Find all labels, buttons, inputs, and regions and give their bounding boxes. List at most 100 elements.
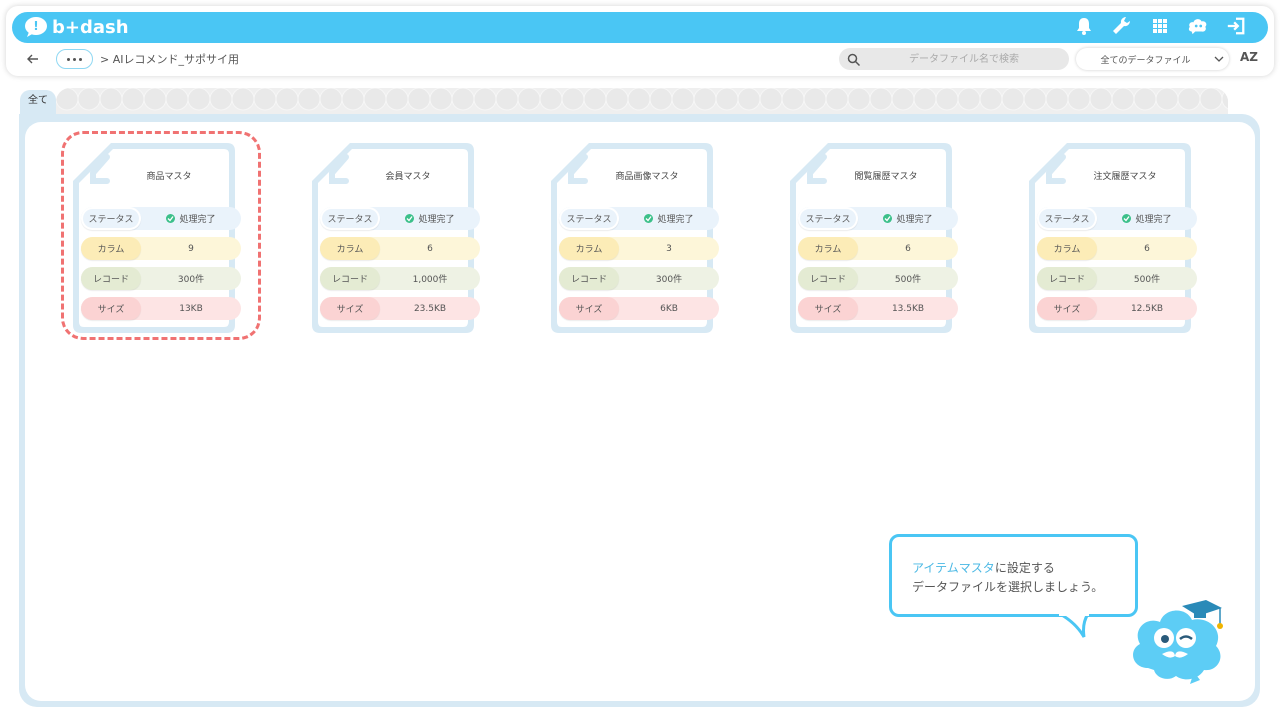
- back-arrow-icon[interactable]: [26, 50, 40, 68]
- record-row: レコード 1,000件: [320, 267, 480, 290]
- status-text: 処理完了: [418, 215, 455, 225]
- toolbar: > AIレコメンド_サポサイ用 全てのデータファイル AZ: [0, 48, 1280, 72]
- logo-bubble-icon: !: [24, 16, 48, 38]
- size-value: 13.5KB: [891, 303, 925, 314]
- size-label: サイズ: [798, 297, 858, 320]
- guide-text-line1: に設定する: [994, 561, 1055, 575]
- column-row: カラム 6: [320, 237, 480, 260]
- record-value: 300件: [655, 275, 683, 285]
- record-label: レコード: [559, 267, 619, 290]
- status-value: 処理完了: [380, 212, 480, 225]
- status-label: ステータス: [798, 207, 858, 230]
- record-row: レコード 500件: [798, 267, 958, 290]
- status-row: ステータス 処理完了: [1037, 207, 1197, 230]
- status-label: ステータス: [559, 207, 619, 230]
- chevron-down-icon: [1209, 48, 1229, 70]
- data-file-card[interactable]: 会員マスタ ステータス 処理完了 カラム 6 レコード 1,000件 サイズ 2…: [308, 139, 480, 335]
- column-row: カラム 3: [559, 237, 719, 260]
- record-row: レコード 500件: [1037, 267, 1197, 290]
- size-label: サイズ: [559, 297, 619, 320]
- card-title: 会員マスタ: [385, 172, 431, 182]
- guide-bubble: アイテムマスタに設定する データファイルを選択しましょう。: [889, 534, 1138, 617]
- file-filter-select[interactable]: 全てのデータファイル: [1076, 48, 1229, 70]
- status-value: 処理完了: [1097, 212, 1197, 225]
- check-circle-icon: [405, 214, 415, 223]
- card-title: 注文履歴マスタ: [1093, 172, 1157, 182]
- record-label: レコード: [320, 267, 380, 290]
- size-row: サイズ 13.5KB: [798, 297, 958, 320]
- size-value: 6KB: [660, 303, 678, 314]
- logout-icon[interactable]: [1226, 16, 1246, 36]
- card-title: 閲覧履歴マスタ: [854, 172, 918, 182]
- bell-icon[interactable]: [1074, 16, 1094, 36]
- record-value: 500件: [894, 275, 922, 285]
- check-circle-icon: [1122, 214, 1132, 223]
- column-label: カラム: [320, 237, 380, 260]
- card-details: ステータス 処理完了 カラム 6 レコード 1,000件 サイズ 23.5KB: [320, 207, 480, 327]
- column-value: 6: [1144, 243, 1150, 254]
- size-row: サイズ 6KB: [559, 297, 719, 320]
- ellipsis-icon: [67, 57, 70, 61]
- record-label: レコード: [798, 267, 858, 290]
- status-label: ステータス: [320, 207, 380, 230]
- selected-card-outline: [61, 131, 261, 340]
- tab-strip: [56, 88, 1228, 114]
- status-label: ステータス: [1037, 207, 1097, 230]
- size-value: 23.5KB: [413, 303, 447, 314]
- more-breadcrumb-button[interactable]: [56, 49, 93, 69]
- tab-all[interactable]: 全て: [20, 90, 56, 116]
- status-row: ステータス 処理完了: [559, 207, 719, 230]
- card-details: ステータス 処理完了 カラム 3 レコード 300件 サイズ 6KB: [559, 207, 719, 327]
- status-value: 処理完了: [619, 212, 719, 225]
- record-value: 500件: [1133, 275, 1161, 285]
- size-label: サイズ: [1037, 297, 1097, 320]
- check-circle-icon: [644, 214, 654, 223]
- column-value: 6: [427, 243, 433, 254]
- guide-text-line2: データファイルを選択しましょう。: [912, 580, 1104, 594]
- size-label: サイズ: [320, 297, 380, 320]
- column-value: 6: [905, 243, 911, 254]
- check-circle-icon: [883, 214, 893, 223]
- file-filter-value: 全てのデータファイル: [1100, 55, 1191, 66]
- size-value: 12.5KB: [1130, 303, 1164, 314]
- status-text: 処理完了: [1135, 215, 1172, 225]
- search-box: [839, 48, 1069, 70]
- size-row: サイズ 12.5KB: [1037, 297, 1197, 320]
- card-details: ステータス 処理完了 カラム 6 レコード 500件: [798, 207, 958, 327]
- card-details: ステータス 処理完了 カラム 6 レコード 500件: [1037, 207, 1197, 327]
- guide-text: アイテムマスタに設定する データファイルを選択しましょう。: [912, 559, 1103, 597]
- data-file-card[interactable]: 商品画像マスタ ステータス 処理完了 カラム 3 レコード 300件 サイズ 6…: [547, 139, 719, 335]
- wrench-icon[interactable]: [1112, 16, 1132, 36]
- status-row: ステータス 処理完了: [320, 207, 480, 230]
- column-row: カラム 6: [798, 237, 958, 260]
- status-row: ステータス 処理完了: [798, 207, 958, 230]
- svg-text:!: !: [33, 19, 38, 33]
- column-label: カラム: [798, 237, 858, 260]
- header-icons: [1074, 16, 1246, 36]
- bubble-tail: [1059, 613, 1090, 638]
- sort-az-button[interactable]: AZ: [1240, 50, 1258, 64]
- status-text: 処理完了: [657, 215, 694, 225]
- cloud-mascot-icon[interactable]: [1188, 16, 1208, 36]
- column-row: カラム 6: [1037, 237, 1197, 260]
- data-file-card[interactable]: 閲覧履歴マスタ ステータス 処理完了 カラム 6 レコード 500件 サイズ 1…: [786, 139, 958, 335]
- guide-accent-text: アイテムマスタ: [912, 561, 995, 575]
- data-file-card[interactable]: 注文履歴マスタ ステータス 処理完了 カラム 6 レコード 500件 サイズ 1…: [1025, 139, 1197, 335]
- status-text: 処理完了: [896, 215, 933, 225]
- column-value: 3: [666, 243, 672, 254]
- app-logo[interactable]: ! b+dash: [24, 15, 129, 39]
- record-value: 1,000件: [412, 275, 448, 285]
- logo-text: b+dash: [52, 16, 129, 38]
- column-label: カラム: [1037, 237, 1097, 260]
- cloud-mascot: [1133, 600, 1223, 684]
- status-value: 処理完了: [858, 212, 958, 225]
- column-label: カラム: [559, 237, 619, 260]
- card-title: 商品画像マスタ: [615, 172, 679, 182]
- record-row: レコード 300件: [559, 267, 719, 290]
- breadcrumb[interactable]: > AIレコメンド_サポサイ用: [100, 51, 239, 67]
- record-label: レコード: [1037, 267, 1097, 290]
- grid-icon[interactable]: [1150, 16, 1170, 36]
- search-input[interactable]: [869, 48, 1059, 70]
- tab-strip-scallop: [56, 88, 1228, 114]
- size-row: サイズ 23.5KB: [320, 297, 480, 320]
